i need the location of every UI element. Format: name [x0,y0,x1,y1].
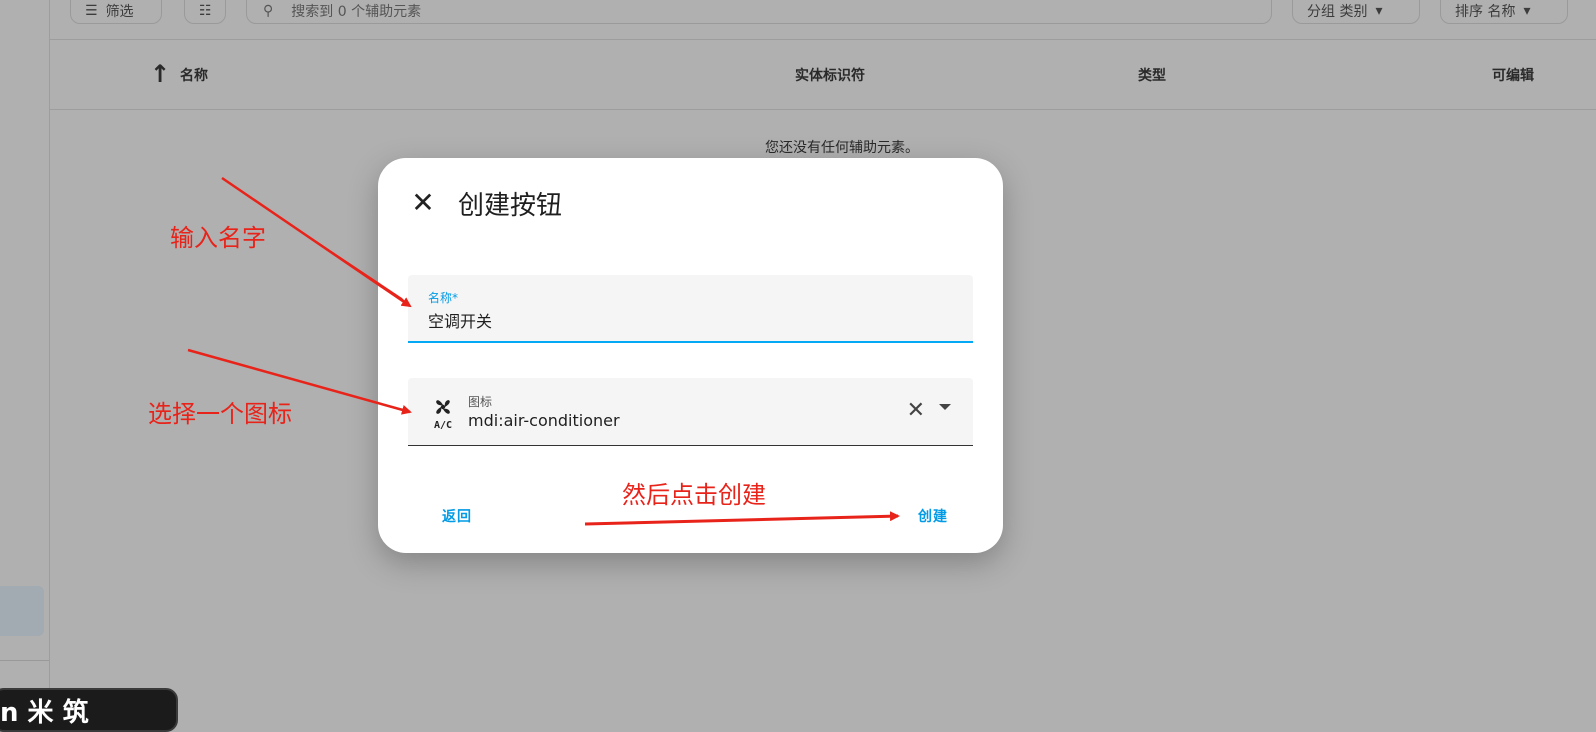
annotation-arrows [187,176,900,526]
arrow-to-icon-field [187,348,412,415]
arrow-to-create-button [584,511,900,526]
